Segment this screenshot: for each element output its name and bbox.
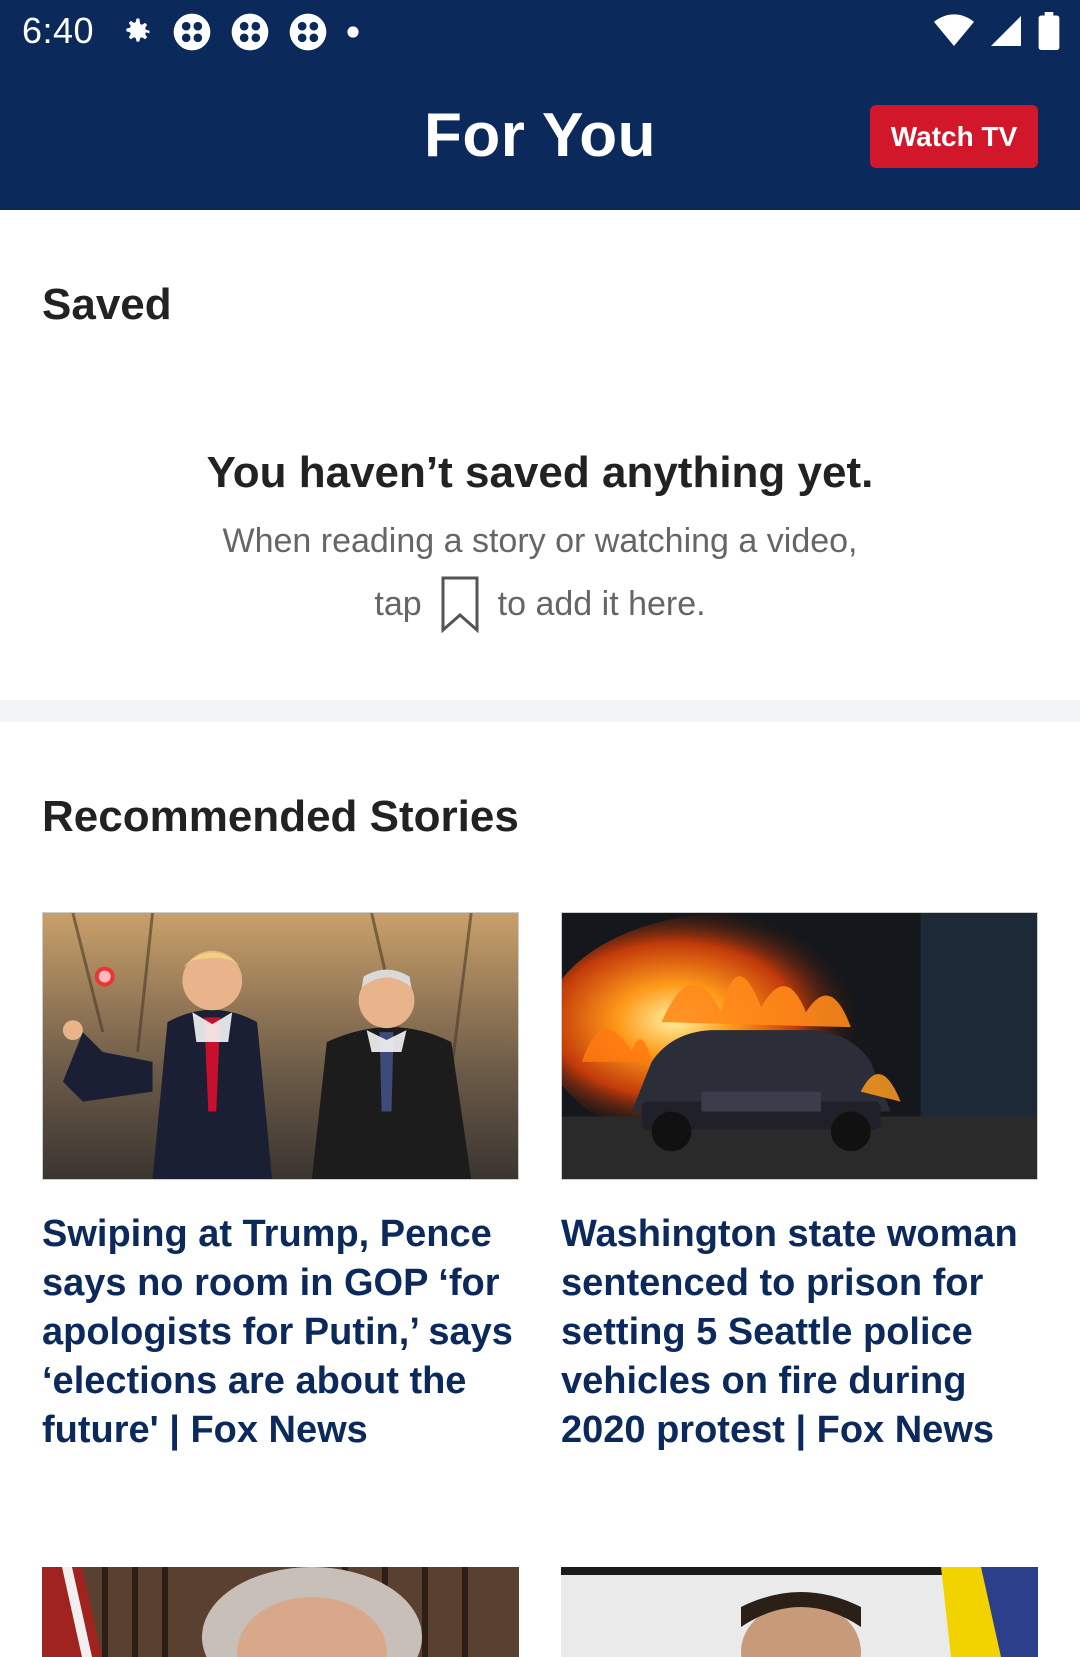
tap-text: tap [374, 584, 422, 623]
dot-icon [347, 26, 359, 38]
saved-empty-instructions: When reading a story or watching a video… [222, 522, 858, 560]
app-notification-icon [289, 13, 327, 51]
story-thumbnail[interactable] [42, 912, 519, 1180]
status-icons-right [934, 12, 1060, 50]
story-card[interactable]: Washington state woman sentenced to pris… [561, 912, 1038, 1455]
story-headline[interactable]: Swiping at Trump, Pence says no room in … [42, 1210, 519, 1455]
status-bar: 6:40 [0, 0, 1080, 62]
app-notification-icon [173, 13, 211, 51]
add-here-text: to add it here. [497, 584, 706, 623]
battery-icon [1038, 12, 1060, 50]
saved-empty-instructions-line2: tap to add it here. [0, 575, 1080, 633]
top-band: 6:40 For You Watch TV [0, 0, 1080, 210]
story-headline[interactable]: Washington state woman sentenced to pris… [561, 1210, 1038, 1455]
story-thumbnail-partial[interactable] [561, 1567, 1038, 1657]
story-card[interactable]: Swiping at Trump, Pence says no room in … [42, 912, 519, 1455]
app-notification-icon [231, 13, 269, 51]
cell-signal-icon [991, 16, 1021, 46]
saved-empty-title: You haven’t saved anything yet. [206, 448, 874, 497]
story-thumbnail-partial[interactable] [42, 1567, 519, 1657]
recommended-section-title: Recommended Stories [42, 792, 519, 841]
wifi-icon [934, 14, 974, 47]
section-divider [0, 700, 1080, 722]
saved-section-title: Saved [42, 280, 172, 329]
status-icons-left [118, 12, 360, 52]
bookmark-icon [441, 576, 479, 633]
settings-gear-icon [126, 18, 150, 42]
story-thumbnail[interactable] [561, 912, 1038, 1180]
status-time: 6:40 [22, 10, 95, 51]
watch-tv-button[interactable]: Watch TV [870, 105, 1038, 168]
